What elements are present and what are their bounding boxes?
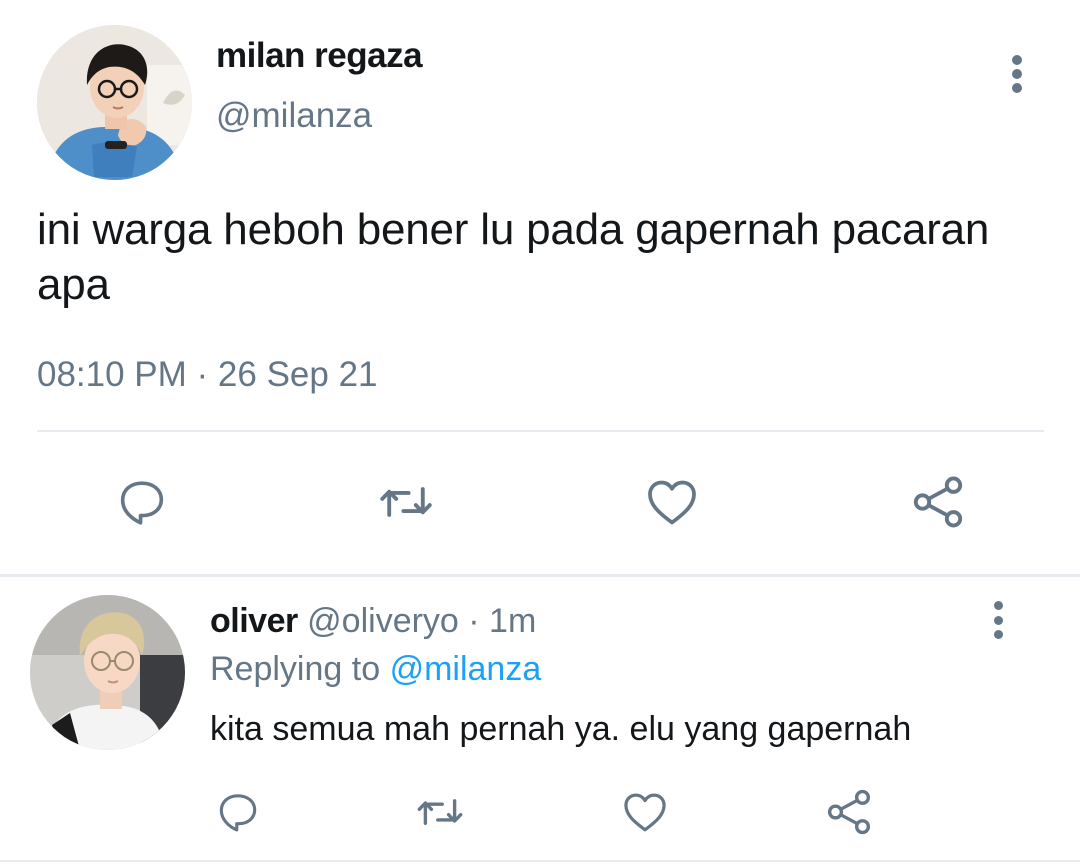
reply-author-name[interactable]: oliver <box>210 602 298 640</box>
retweet-button[interactable] <box>374 470 438 534</box>
share-icon <box>827 789 871 835</box>
retweet-icon <box>380 487 432 517</box>
main-author-name[interactable]: milan regaza <box>216 36 423 76</box>
reply-text: kita semua mah pernah ya. elu yang gaper… <box>210 710 912 748</box>
reply-header: oliver @oliveryo · 1m <box>210 602 536 641</box>
main-author-handle[interactable]: @milanza <box>216 96 372 136</box>
comment-icon <box>120 481 164 525</box>
tweet-timestamp: 08:10 PM · 26 Sep 21 <box>37 355 378 394</box>
retweet-icon <box>417 799 463 825</box>
avatar-photo <box>30 595 185 750</box>
like-icon <box>624 793 666 832</box>
share-button[interactable] <box>906 470 970 534</box>
like-icon <box>648 480 696 525</box>
reply-share-button[interactable] <box>822 786 876 838</box>
reply-like-button[interactable] <box>619 786 671 838</box>
dot <box>1012 83 1022 93</box>
reply-author-meta[interactable]: @oliveryo · 1m <box>307 602 536 640</box>
avatar-photo <box>37 25 192 180</box>
dot <box>993 601 1003 610</box>
dot <box>1012 55 1022 65</box>
like-button[interactable] <box>640 470 704 534</box>
share-icon <box>913 476 963 528</box>
replying-prefix: Replying to <box>210 650 381 688</box>
more-options-icon[interactable] <box>988 601 1008 639</box>
divider <box>37 430 1044 432</box>
tweet-thread: milan regaza @milanza ini warga heboh be… <box>0 0 1080 864</box>
more-options-icon[interactable] <box>1007 55 1027 93</box>
replying-to: Replying to @milanza <box>210 650 541 689</box>
reply-author-avatar[interactable] <box>30 595 185 750</box>
comment-button[interactable] <box>110 470 174 534</box>
replying-mention-link[interactable]: @milanza <box>390 650 542 688</box>
tweet-text: ini warga heboh bener lu pada gapernah p… <box>37 205 990 309</box>
bottom-divider <box>0 860 1080 862</box>
dot <box>993 630 1003 639</box>
comment-icon <box>219 794 257 832</box>
dot <box>1012 69 1022 79</box>
section-divider <box>0 574 1080 577</box>
main-author-avatar[interactable] <box>37 25 192 180</box>
dot <box>993 615 1003 625</box>
reply-retweet-button[interactable] <box>412 786 468 838</box>
reply-comment-button[interactable] <box>212 786 264 838</box>
